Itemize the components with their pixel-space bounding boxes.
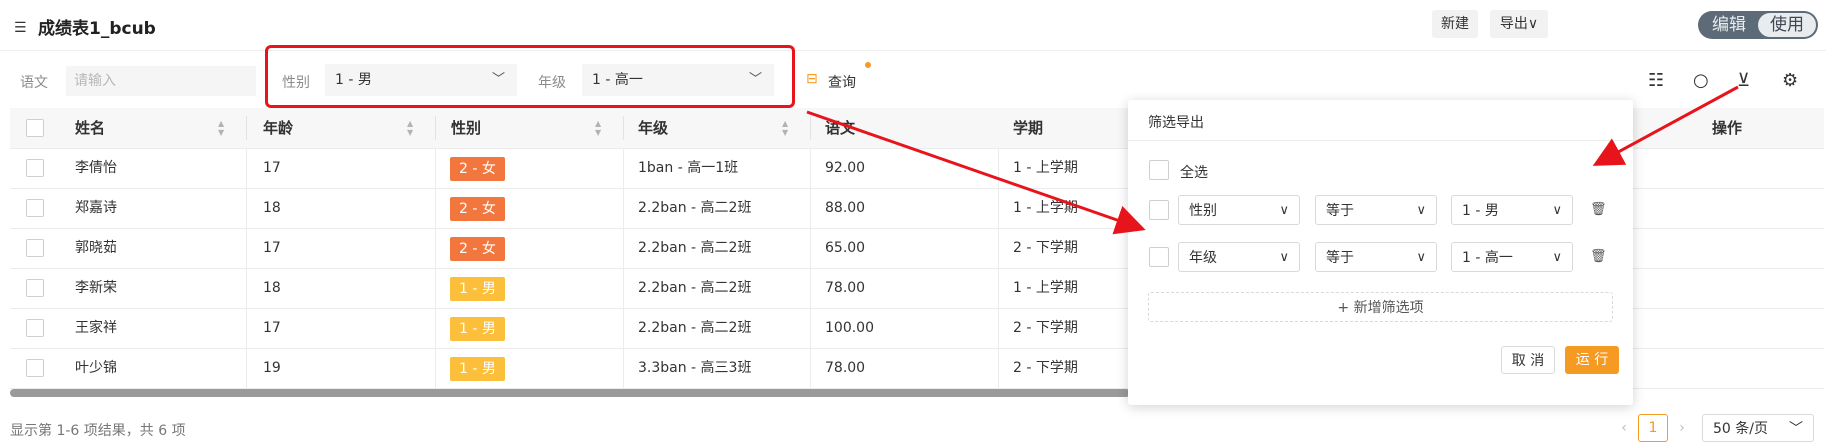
annotation-arrows xyxy=(806,85,1739,235)
arrow-to-popover xyxy=(806,110,1146,235)
arrow-from-filter-icon xyxy=(1592,85,1739,166)
